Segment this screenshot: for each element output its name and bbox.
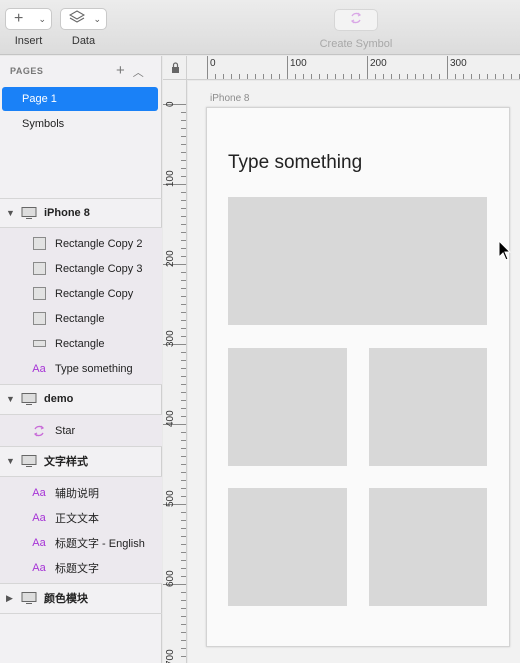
rectangle-tile[interactable]: [369, 488, 487, 606]
artboard-row-text-styles[interactable]: ▼ 文字样式: [0, 447, 162, 475]
artboard-name: 颜色模块: [44, 593, 88, 605]
layer-rectangle[interactable]: Rectangle: [0, 306, 162, 331]
plus-icon: +: [14, 10, 24, 27]
layer-label: Rectangle Copy 3: [55, 262, 143, 275]
text-layer-icon: Aa: [32, 486, 46, 499]
artboard-icon: [21, 393, 37, 405]
page-item-symbols[interactable]: Symbols: [2, 112, 158, 136]
collapse-pages-icon[interactable]: ︿: [133, 64, 144, 80]
chevron-down-icon: ⌄: [38, 13, 46, 24]
create-symbol-button[interactable]: [334, 9, 378, 31]
layers-icon: [68, 9, 86, 29]
text-layer-icon: Aa: [32, 536, 46, 549]
data-button[interactable]: ⌄: [60, 8, 107, 30]
artboard-row-iphone-8[interactable]: ▼ iPhone 8: [0, 199, 162, 227]
lock-icon: [172, 62, 179, 73]
mouse-cursor-icon: [498, 240, 512, 261]
rectangle-icon: [32, 287, 46, 300]
text-layer-icon: Aa: [32, 511, 46, 524]
artboard-icon: [21, 455, 37, 467]
ruler-label: 100: [165, 170, 176, 187]
ruler-label: 0: [165, 101, 176, 107]
toolbar: + ⌄ Insert ⌄ Data Create Symbol: [0, 0, 520, 55]
layer-rectangle-copy-2[interactable]: Rectangle Copy 2: [0, 231, 162, 256]
disclosure-open-icon[interactable]: ▼: [6, 394, 18, 404]
disclosure-closed-icon[interactable]: ▶: [6, 593, 18, 604]
layers-sidebar: PAGES + ︿ Page 1 Symbols ▼ iPhone 8 Rect…: [0, 56, 162, 663]
symbol-icon: [32, 424, 46, 438]
ruler-label: 600: [165, 570, 176, 587]
layer-label: 标题文字 - English: [55, 537, 145, 550]
insert-group[interactable]: + ⌄ Insert: [5, 8, 52, 47]
text-layer-icon: Aa: [32, 362, 46, 375]
ruler-lock-corner[interactable]: [163, 56, 187, 80]
ruler-label: 100: [290, 58, 307, 69]
layer-rectangle-flat[interactable]: Rectangle: [0, 331, 162, 356]
ruler-ticks: [207, 56, 520, 79]
layer-text-style[interactable]: Aa 标题文字: [0, 555, 162, 580]
artboard-title[interactable]: iPhone 8: [210, 93, 249, 104]
layer-rectangle-copy[interactable]: Rectangle Copy: [0, 281, 162, 306]
ruler-label: 0: [210, 58, 216, 69]
layer-label: Rectangle Copy: [55, 287, 134, 300]
ruler-label: 200: [370, 58, 387, 69]
layer-type-something[interactable]: Aa Type something: [0, 356, 162, 381]
ruler-label: 300: [165, 330, 176, 347]
artboard-icon: [21, 207, 37, 219]
ruler-label: 400: [165, 410, 176, 427]
pages-controls: + ︿: [116, 62, 144, 80]
create-symbol-label: Create Symbol: [319, 38, 393, 50]
layer-text-style[interactable]: Aa 正文文本: [0, 505, 162, 530]
layer-label: Rectangle: [55, 337, 105, 350]
layer-label: Rectangle Copy 2: [55, 237, 143, 250]
layer-text-style[interactable]: Aa 标题文字 - English: [0, 530, 162, 555]
symbol-icon: [349, 11, 363, 30]
rectangle-icon: [32, 312, 46, 325]
artboard-name: iPhone 8: [44, 207, 90, 219]
disclosure-open-icon[interactable]: ▼: [6, 208, 18, 218]
layer-label: Star: [55, 424, 76, 437]
ruler-label: 500: [165, 490, 176, 507]
rectangle-icon: [32, 262, 46, 275]
layer-label: 辅助说明: [55, 487, 99, 500]
disclosure-open-icon[interactable]: ▼: [6, 456, 18, 466]
page-item-page-1[interactable]: Page 1: [2, 87, 158, 111]
layer-label: Rectangle: [55, 312, 105, 325]
data-group[interactable]: ⌄ Data: [60, 8, 107, 47]
text-layer-icon: Aa: [32, 561, 46, 574]
layer-text-style[interactable]: Aa 辅助说明: [0, 480, 162, 505]
layer-star[interactable]: Star: [0, 418, 162, 443]
ruler-label: 300: [450, 58, 467, 69]
artboard-row-demo[interactable]: ▼ demo: [0, 385, 162, 413]
layer-rectangle-copy-3[interactable]: Rectangle Copy 3: [0, 256, 162, 281]
chevron-down-icon: ⌄: [93, 13, 101, 24]
layer-label: 标题文字: [55, 562, 99, 575]
artboard-name: demo: [44, 393, 74, 405]
heading-text-layer[interactable]: Type something: [228, 152, 362, 174]
pages-header: PAGES: [10, 66, 44, 76]
vertical-ruler[interactable]: 0 100 200 300 400 500 600 700: [163, 80, 187, 663]
rectangle-icon: [32, 237, 46, 250]
data-label: Data: [71, 35, 96, 47]
artboard-name: 文字样式: [44, 456, 88, 468]
layer-label: 正文文本: [55, 512, 99, 525]
insert-button[interactable]: + ⌄: [5, 8, 52, 30]
ruler-label: 200: [165, 250, 176, 267]
ruler-label: 700: [165, 649, 176, 663]
rectangle-tile[interactable]: [228, 488, 347, 606]
artboard-icon: [21, 592, 37, 604]
divider: [0, 613, 162, 614]
insert-label: Insert: [14, 35, 43, 47]
rectangle-tile[interactable]: [369, 348, 487, 466]
rectangle-banner[interactable]: [228, 197, 487, 325]
flat-rectangle-icon: [32, 340, 46, 347]
add-page-icon[interactable]: +: [116, 62, 125, 80]
artboard-row-color-modules[interactable]: ▶ 颜色模块: [0, 584, 162, 612]
horizontal-ruler[interactable]: 0 100 200 300: [187, 56, 520, 80]
rectangle-tile[interactable]: [228, 348, 347, 466]
layer-label: Type something: [55, 362, 133, 375]
